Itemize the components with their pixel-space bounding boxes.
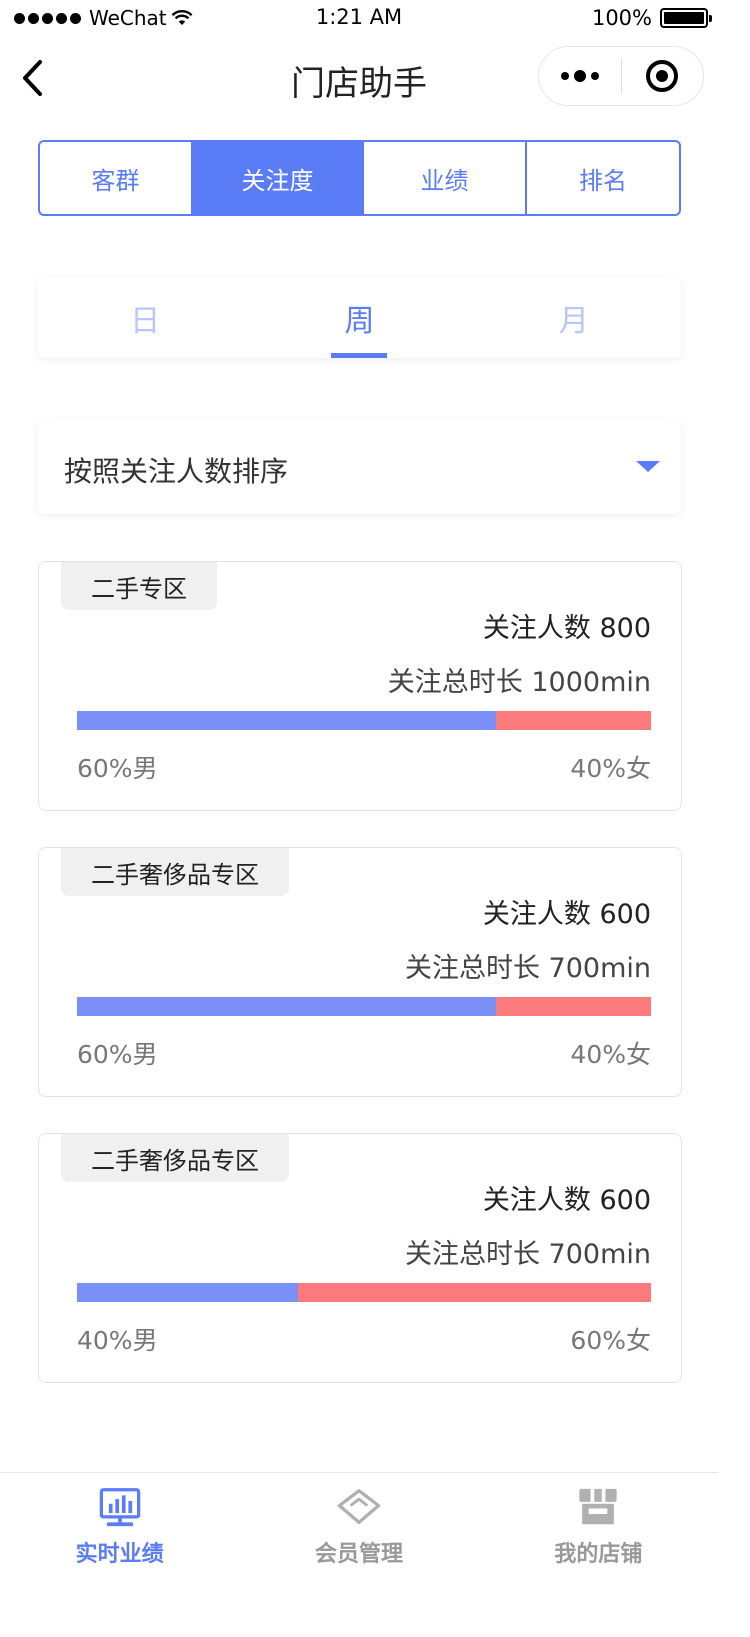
zone-followers: 关注人数 600	[482, 899, 651, 930]
tab-member-management[interactable]: 会员管理	[239, 1473, 478, 1568]
top-tabs: 客群 关注度 业绩 排名	[38, 140, 681, 216]
zone-card[interactable]: 二手专区 关注人数 800 关注总时长 1000min 60%男 40%女	[38, 561, 682, 811]
tab-day[interactable]: 日	[38, 278, 252, 358]
page: WeChat 1:21 AM 100% 门店助手 客群 关注度 业绩 排名 日 …	[0, 0, 718, 1568]
female-ratio-label: 40%女	[570, 1040, 651, 1069]
battery-percent: 100%	[591, 6, 652, 30]
diamond-icon	[337, 1489, 381, 1525]
female-ratio-label: 40%女	[570, 754, 651, 783]
tab-customer-group[interactable]: 客群	[40, 142, 193, 214]
tab-ranking[interactable]: 排名	[527, 142, 679, 214]
gender-ratio-bar	[77, 997, 651, 1016]
period-tabs: 日 周 月	[38, 278, 681, 358]
zone-card[interactable]: 二手奢侈品专区 关注人数 600 关注总时长 700min 40%男 60%女	[38, 1133, 682, 1383]
male-segment	[77, 1283, 298, 1302]
caret-down-icon	[636, 461, 660, 472]
tab-label: 会员管理	[314, 1542, 403, 1567]
female-ratio-label: 60%女	[570, 1326, 651, 1355]
male-segment	[77, 997, 497, 1016]
tab-week-label: 周	[344, 304, 375, 339]
target-icon	[646, 60, 679, 92]
gender-ratio-bar	[77, 1283, 651, 1302]
tab-month-label: 月	[558, 304, 589, 339]
monitor-chart-icon	[99, 1488, 140, 1527]
sort-label: 按照关注人数排序	[64, 455, 289, 488]
zone-name: 二手奢侈品专区	[61, 848, 289, 896]
zone-name: 二手专区	[61, 562, 217, 610]
male-ratio-label: 60%男	[77, 754, 158, 783]
status-bar: WeChat 1:21 AM 100%	[0, 0, 718, 36]
tab-performance[interactable]: 业绩	[364, 142, 527, 214]
more-button[interactable]	[539, 47, 621, 105]
close-mini-program-button[interactable]	[622, 47, 704, 105]
zone-duration: 关注总时长 1000min	[387, 667, 651, 698]
zone-name: 二手奢侈品专区	[61, 1134, 289, 1182]
zone-followers: 关注人数 600	[482, 1185, 651, 1216]
status-bar-right: 100%	[591, 6, 712, 30]
female-segment	[496, 711, 651, 730]
tab-attention[interactable]: 关注度	[193, 142, 364, 214]
female-segment	[297, 1283, 651, 1302]
female-segment	[496, 997, 651, 1016]
gender-ratio-bar	[77, 711, 651, 730]
tab-label: 我的店铺	[554, 1542, 643, 1567]
mini-program-capsule	[538, 46, 704, 106]
male-segment	[77, 711, 497, 730]
tab-my-store[interactable]: 我的店铺	[479, 1473, 718, 1568]
zone-duration: 关注总时长 700min	[404, 1239, 651, 1270]
tab-day-label: 日	[130, 304, 161, 339]
tab-label: 实时业绩	[75, 1542, 164, 1567]
zone-card[interactable]: 二手奢侈品专区 关注人数 600 关注总时长 700min 60%男 40%女	[38, 847, 682, 1097]
battery-icon	[660, 8, 712, 28]
tab-realtime-performance[interactable]: 实时业绩	[0, 1473, 239, 1568]
tab-month[interactable]: 月	[467, 278, 681, 358]
zone-duration: 关注总时长 700min	[404, 953, 651, 984]
active-tab-indicator	[331, 353, 388, 358]
sort-dropdown[interactable]: 按照关注人数排序	[38, 420, 681, 514]
male-ratio-label: 40%男	[77, 1326, 158, 1355]
male-ratio-label: 60%男	[77, 1040, 158, 1069]
bottom-tab-bar: 实时业绩 会员管理 我的店铺	[0, 1472, 718, 1568]
store-icon	[579, 1488, 617, 1525]
zone-followers: 关注人数 800	[482, 613, 651, 644]
nav-bar: 门店助手	[0, 36, 718, 120]
tab-week[interactable]: 周	[252, 278, 466, 358]
